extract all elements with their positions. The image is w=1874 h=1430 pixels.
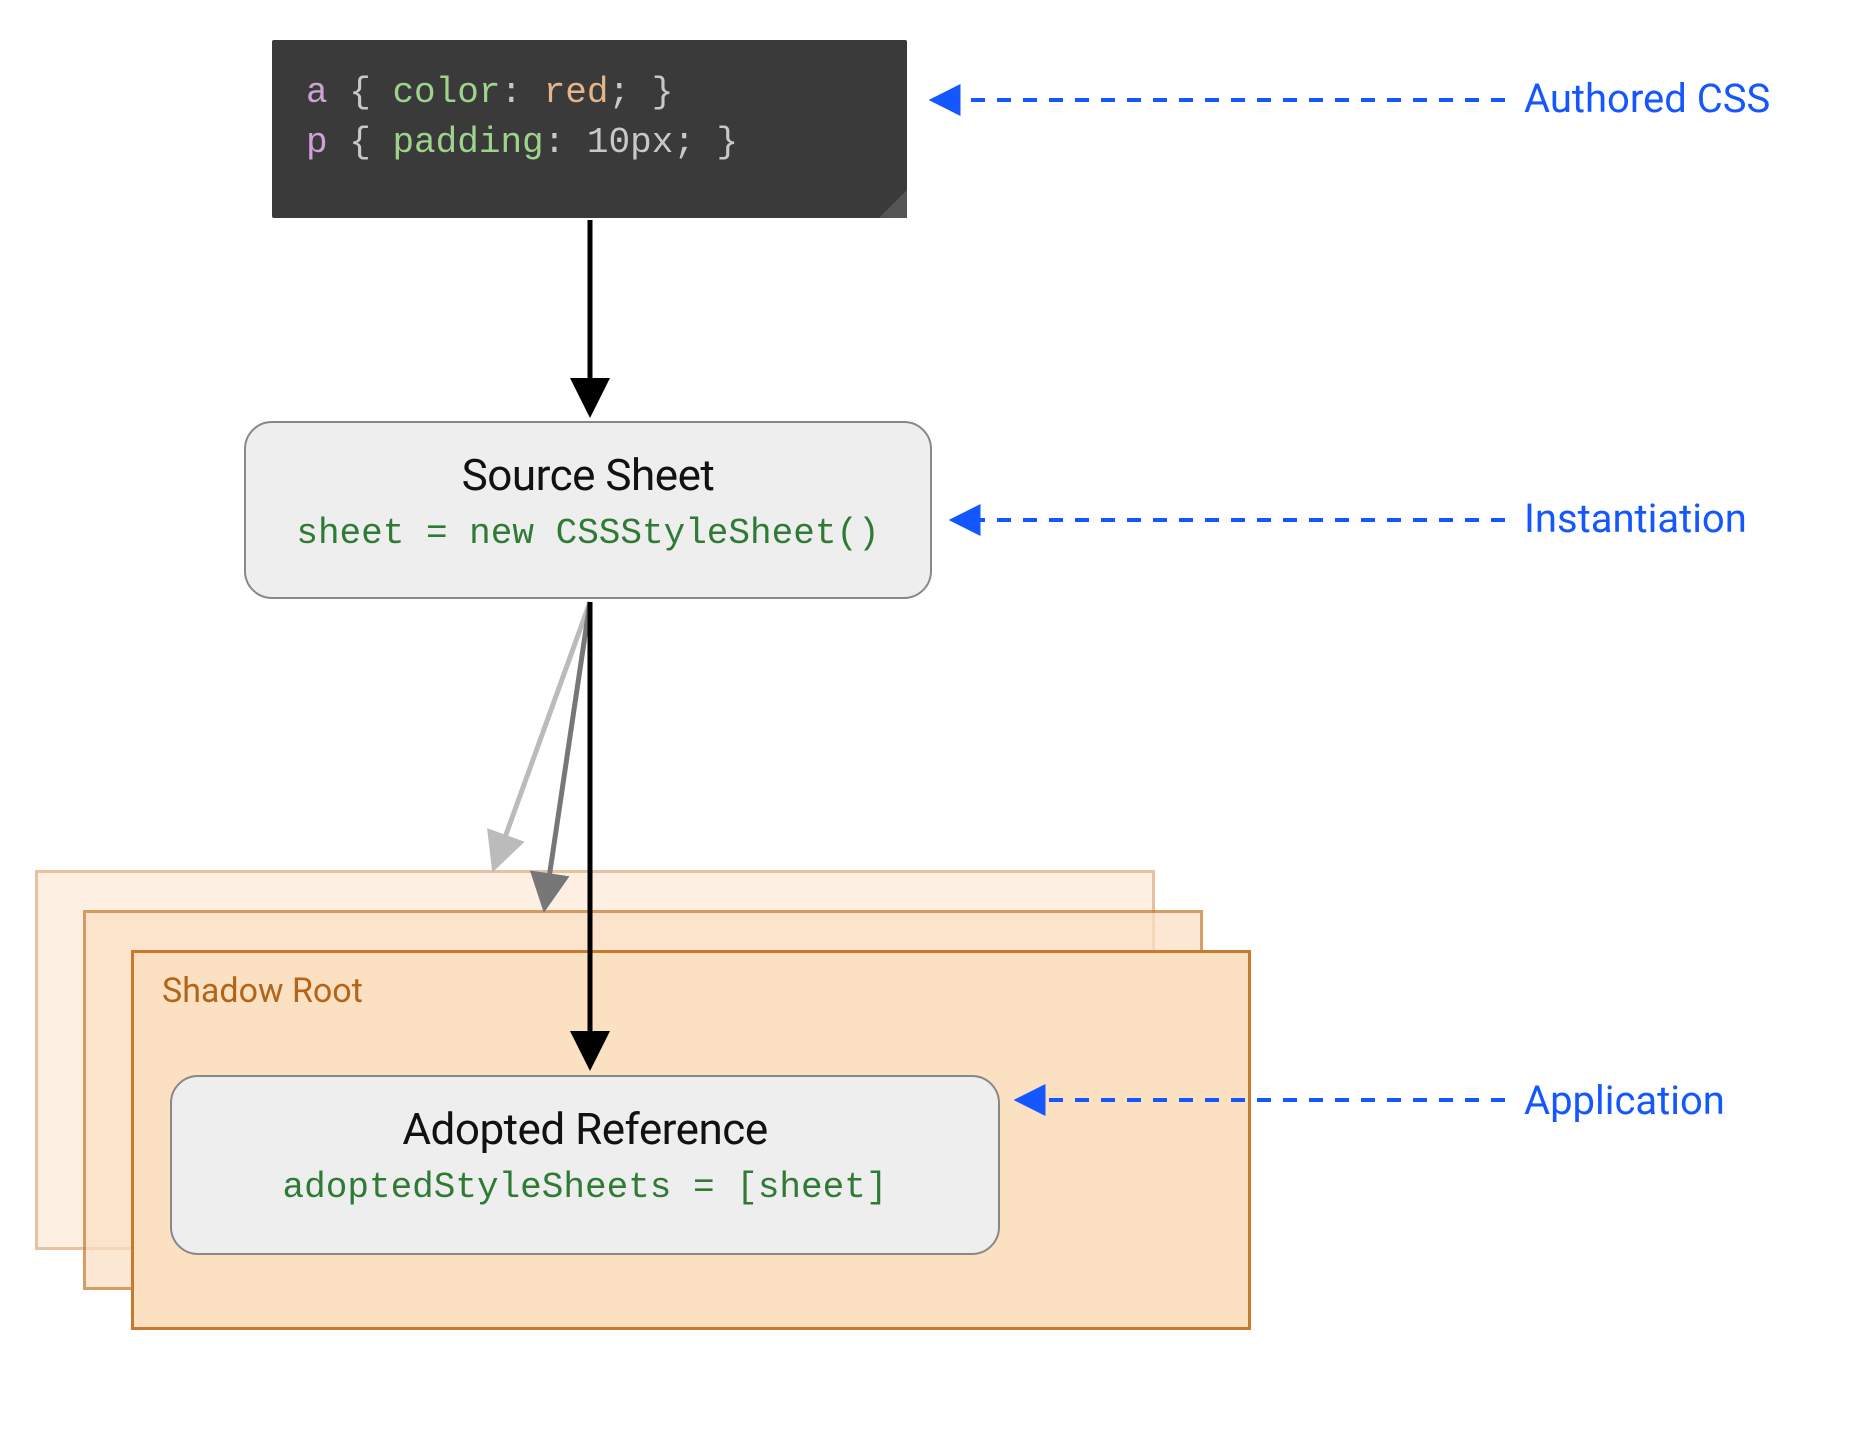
adopted-reference-title: Adopted Reference xyxy=(172,1103,998,1155)
brace-close-token: } xyxy=(717,122,739,163)
source-sheet-code: sheet = new CSSStyleSheet() xyxy=(246,513,930,554)
colon-token: : xyxy=(500,72,522,113)
selector-token: a xyxy=(306,72,328,113)
code-line-2: p { padding: 10px; } xyxy=(306,118,873,168)
value-token: 10px xyxy=(587,122,673,163)
value-token: red xyxy=(544,72,609,113)
semicolon-token: ; xyxy=(673,122,695,163)
adopted-reference-box: Adopted Reference adoptedStyleSheets = [… xyxy=(170,1075,1000,1255)
annotation-authored-css: Authored CSS xyxy=(1524,75,1770,122)
selector-token: p xyxy=(306,122,328,163)
annotation-application: Application xyxy=(1524,1077,1725,1124)
shadow-root-label: Shadow Root xyxy=(162,971,363,1011)
code-line-1: a { color: red; } xyxy=(306,68,873,118)
annotation-instantiation: Instantiation xyxy=(1524,495,1747,542)
brace-close-token: } xyxy=(652,72,674,113)
brace-open-token: { xyxy=(349,72,371,113)
diagram-canvas: a { color: red; } p { padding: 10px; } S… xyxy=(0,0,1874,1430)
property-token: padding xyxy=(392,122,543,163)
semicolon-token: ; xyxy=(609,72,631,113)
arrow-source-to-shadow-mid xyxy=(545,602,590,905)
brace-open-token: { xyxy=(349,122,371,163)
authored-css-code-block: a { color: red; } p { padding: 10px; } xyxy=(272,40,907,218)
colon-token: : xyxy=(544,122,566,163)
adopted-reference-code: adoptedStyleSheets = [sheet] xyxy=(172,1167,998,1208)
property-token: color xyxy=(392,72,500,113)
arrow-source-to-shadow-back xyxy=(495,602,590,865)
source-sheet-box: Source Sheet sheet = new CSSStyleSheet() xyxy=(244,421,932,599)
source-sheet-title: Source Sheet xyxy=(246,449,930,501)
